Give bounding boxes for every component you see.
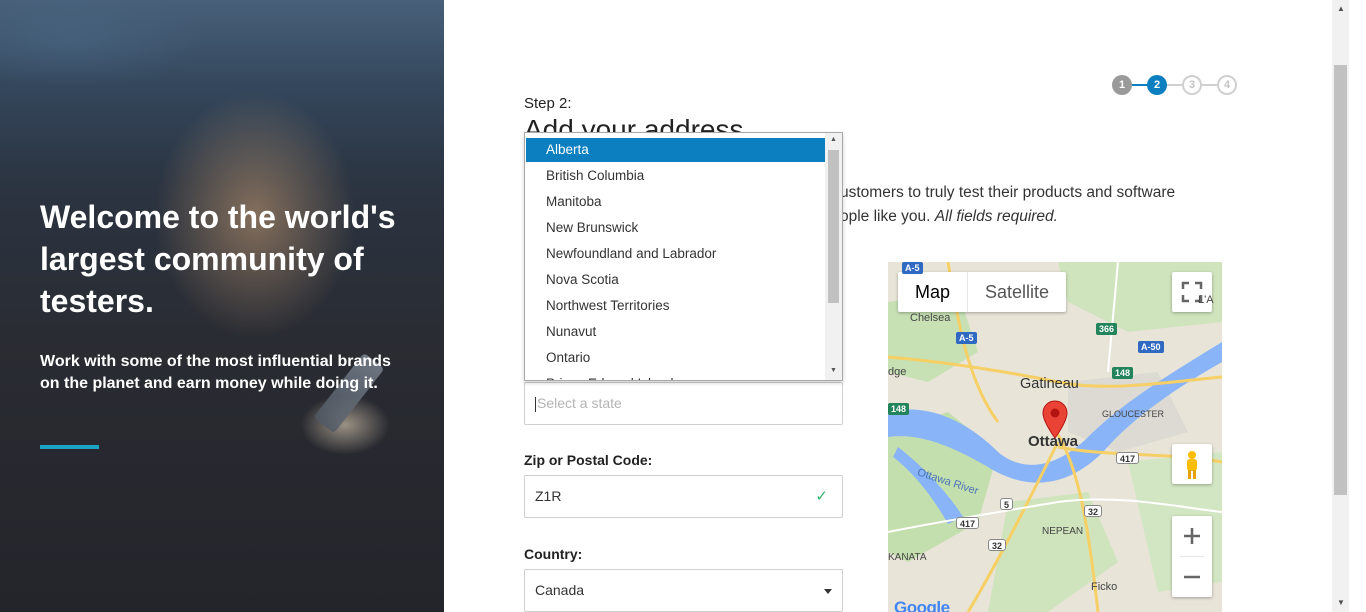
- route-shield: A-5: [902, 262, 923, 274]
- state-option[interactable]: Ontario: [526, 346, 826, 370]
- listbox-scrollbar[interactable]: ▲ ▼: [825, 133, 842, 380]
- minus-icon: [1184, 575, 1200, 579]
- hero-headline: Welcome to the world's largest community…: [40, 199, 396, 319]
- step-connector: [1166, 84, 1182, 86]
- route-shield: A-5: [956, 332, 977, 344]
- pegman-icon: [1187, 451, 1197, 479]
- scroll-down-icon[interactable]: ▼: [830, 367, 837, 374]
- scroll-up-icon[interactable]: ▲: [830, 136, 837, 143]
- google-logo: Google: [894, 598, 950, 612]
- zip-input[interactable]: Z1R ✓: [524, 475, 843, 518]
- route-shield: 32: [988, 539, 1007, 551]
- map-type-satellite-button[interactable]: Satellite: [968, 272, 1066, 312]
- state-option[interactable]: Alberta: [526, 138, 826, 162]
- checkmark-icon: ✓: [815, 488, 828, 505]
- map-label-ficko: Ficko: [1091, 581, 1118, 593]
- step-3: 3: [1182, 75, 1202, 95]
- required-note: All fields required.: [934, 208, 1058, 225]
- zip-label: Zip or Postal Code:: [524, 452, 653, 468]
- step-4: 4: [1217, 75, 1237, 95]
- country-select[interactable]: Canada: [524, 569, 843, 612]
- state-option[interactable]: Northwest Territories: [526, 294, 826, 318]
- plus-icon: [1184, 528, 1200, 544]
- state-input[interactable]: Select a state: [524, 382, 843, 425]
- map-type-map-button[interactable]: Map: [898, 272, 969, 312]
- map-label-chelsea: Chelsea: [910, 312, 951, 324]
- state-option[interactable]: British Columbia: [526, 164, 826, 188]
- step-connector: [1200, 84, 1218, 86]
- route-shield: 417: [1116, 452, 1140, 464]
- step-1: 1: [1112, 75, 1132, 95]
- state-placeholder: Select a state: [537, 395, 622, 411]
- page-scroll-thumb[interactable]: [1334, 65, 1347, 495]
- fullscreen-button[interactable]: [1172, 272, 1212, 312]
- state-option[interactable]: New Brunswick: [526, 216, 826, 240]
- map-marker-icon[interactable]: [1042, 400, 1068, 440]
- route-shield: 148: [1112, 367, 1134, 379]
- map-label-gatineau: Gatineau: [1020, 376, 1079, 392]
- chevron-down-icon: [824, 589, 832, 594]
- zoom-control: [1172, 516, 1212, 597]
- hero-subheadline: Work with some of the most influential b…: [40, 353, 391, 392]
- street-view-pegman-button[interactable]: [1172, 444, 1212, 484]
- zoom-out-button[interactable]: [1172, 557, 1212, 597]
- map-label-gloucester: GLOUCESTER: [1102, 409, 1165, 419]
- hero-panel: Welcome to the world's largest community…: [0, 0, 444, 612]
- country-value: Canada: [535, 582, 585, 598]
- country-label: Country:: [524, 546, 583, 562]
- text-cursor: [535, 396, 536, 412]
- map-label-edge: dge: [888, 366, 907, 378]
- route-shield: 417: [956, 517, 980, 529]
- intro-line-2: ople like you.: [840, 208, 935, 225]
- map-label-kanata: KANATA: [888, 552, 927, 563]
- step-progress: 1 2 3 4: [1112, 75, 1238, 95]
- map-label-lange: L'A: [1198, 294, 1214, 306]
- route-shield: 5: [1000, 498, 1014, 510]
- state-option[interactable]: Nova Scotia: [526, 268, 826, 292]
- route-shield: 32: [1084, 505, 1103, 517]
- state-listbox[interactable]: Alberta British Columbia Manitoba New Br…: [524, 132, 843, 381]
- map-label-nepean: NEPEAN: [1042, 526, 1084, 537]
- state-option[interactable]: Newfoundland and Labrador: [526, 242, 826, 266]
- state-option[interactable]: Manitoba: [526, 190, 826, 214]
- route-shield: A-50: [1138, 341, 1164, 353]
- listbox-scroll-thumb[interactable]: [828, 150, 839, 303]
- route-shield: 148: [888, 403, 910, 415]
- map-type-control: Map Satellite: [898, 272, 1067, 312]
- hero-accent-bar: [40, 445, 99, 449]
- map-view[interactable]: Map Satellite Chelsea dge L'A Gatineau O…: [888, 262, 1222, 612]
- state-option[interactable]: Prince Edward Island: [526, 372, 826, 380]
- intro-line-1: ustomers to truly test their products an…: [840, 184, 1176, 201]
- state-option[interactable]: Nunavut: [526, 320, 826, 344]
- route-shield: 366: [1096, 323, 1118, 335]
- page-scrollbar[interactable]: ▲ ▼: [1332, 0, 1349, 612]
- zoom-in-button[interactable]: [1172, 516, 1212, 556]
- zip-value: Z1R: [535, 488, 562, 504]
- fullscreen-icon: [1181, 281, 1203, 303]
- step-2: 2: [1147, 75, 1167, 95]
- scroll-up-icon[interactable]: ▲: [1337, 4, 1345, 13]
- scroll-down-icon[interactable]: ▼: [1337, 598, 1345, 607]
- step-label: Step 2:: [524, 95, 572, 112]
